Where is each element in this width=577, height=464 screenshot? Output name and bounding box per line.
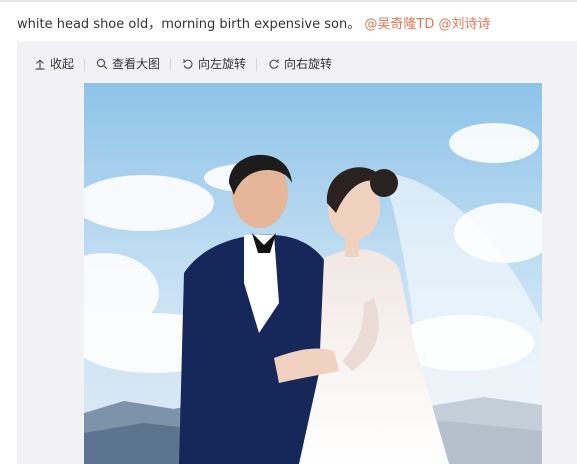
rotate-right-icon xyxy=(267,57,281,71)
rotate-right-button[interactable]: 向右旋转 xyxy=(257,56,342,72)
rotate-left-button[interactable]: 向左旋转 xyxy=(171,56,256,72)
view-large-label: 查看大图 xyxy=(112,57,161,71)
rotate-right-label: 向右旋转 xyxy=(284,57,333,71)
wedding-photo[interactable] xyxy=(84,83,542,464)
post-text: white head shoe old，morning birth expens… xyxy=(17,13,490,32)
media-toolbar: 收起 查看大图 向左旋转 向右旋转 xyxy=(17,53,342,75)
view-large-button[interactable]: 查看大图 xyxy=(85,56,170,72)
mention-wuqilong[interactable]: @吴奇隆TD xyxy=(364,17,434,32)
collapse-icon xyxy=(33,57,47,71)
media-card: 收起 查看大图 向左旋转 向右旋转 xyxy=(17,41,577,464)
wedding-photo-illustration xyxy=(84,83,542,464)
rotate-left-label: 向左旋转 xyxy=(198,57,247,71)
collapse-label: 收起 xyxy=(50,57,75,71)
mention-liushishi[interactable]: @刘诗诗 xyxy=(438,17,490,32)
top-divider xyxy=(0,0,577,2)
collapse-button[interactable]: 收起 xyxy=(17,56,84,72)
rotate-left-icon xyxy=(181,57,195,71)
post-body: white head shoe old，morning birth expens… xyxy=(17,17,361,32)
magnifier-icon xyxy=(95,57,109,71)
